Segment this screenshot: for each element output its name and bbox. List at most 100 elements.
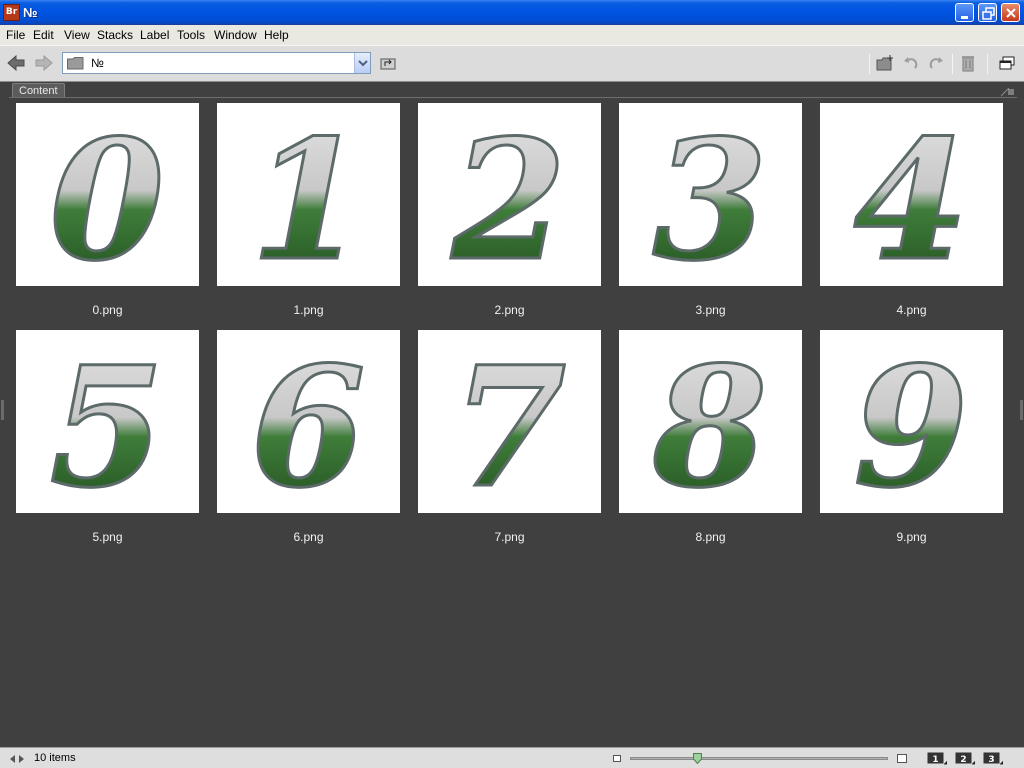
digit-glyph: 7 xyxy=(452,330,567,513)
digit-artwork: 1 xyxy=(249,103,367,286)
thumbnail-image[interactable]: 1 xyxy=(217,103,400,286)
panel-tab-divider xyxy=(9,97,1017,98)
thumbnail-item[interactable]: 1 1.png xyxy=(217,103,400,330)
menu-file[interactable]: File xyxy=(6,28,25,42)
bridge-window: Br № File Edit View Stacks Label Tools W… xyxy=(0,0,1024,768)
folder-icon xyxy=(67,57,84,70)
view-2-label: 2 xyxy=(960,755,966,765)
view-1-label: 1 xyxy=(932,755,938,765)
path-text: № xyxy=(91,56,104,70)
toolbar-separator xyxy=(869,54,870,74)
digit-glyph: 1 xyxy=(251,103,366,286)
thumbnail-filename: 2.png xyxy=(494,303,525,317)
digit-glyph: 8 xyxy=(652,330,768,513)
thumbnail-filename: 3.png xyxy=(695,303,726,317)
content-panel: Content 0 0.png 1 1.png 2 2.png 3 3.png 4 4.png 5 5… xyxy=(5,82,1019,747)
go-up-folder-icon[interactable] xyxy=(380,56,396,70)
thumbnail-item[interactable]: 3 3.png xyxy=(619,103,802,330)
digit-artwork: 6 xyxy=(249,330,367,513)
path-dropdown-button[interactable] xyxy=(354,53,370,73)
slider-thumb[interactable] xyxy=(693,753,702,764)
digit-artwork: 3 xyxy=(651,103,769,286)
digit-artwork: 0 xyxy=(48,103,166,286)
view-mode-1-button[interactable]: 1 xyxy=(927,752,948,765)
thumbnail-filename: 5.png xyxy=(92,530,123,544)
view-mode-3-button[interactable]: 3 xyxy=(983,752,1004,765)
thumbnail-image[interactable]: 8 xyxy=(619,330,802,513)
thumbnail-item[interactable]: 6 6.png xyxy=(217,330,400,557)
forward-arrow-icon[interactable] xyxy=(35,55,53,71)
digit-glyph: 9 xyxy=(854,330,969,513)
thumbnail-filename: 7.png xyxy=(494,530,525,544)
thumbnail-image[interactable]: 2 xyxy=(418,103,601,286)
menu-tools[interactable]: Tools xyxy=(177,28,205,42)
restore-button[interactable] xyxy=(978,3,997,22)
rotate-left-icon[interactable] xyxy=(903,55,919,71)
right-panel-splitter[interactable] xyxy=(1020,400,1023,420)
thumbnail-item[interactable]: 0 0.png xyxy=(16,103,199,330)
thumbnail-image[interactable]: 0 xyxy=(16,103,199,286)
digit-glyph: 2 xyxy=(451,103,567,286)
trash-icon[interactable] xyxy=(961,54,975,72)
thumbnail-image[interactable]: 4 xyxy=(820,103,1003,286)
left-panel-splitter[interactable] xyxy=(1,400,4,420)
thumbnail-item[interactable]: 7 7.png xyxy=(418,330,601,557)
rotate-right-icon[interactable] xyxy=(928,55,944,71)
digit-glyph: 6 xyxy=(251,330,366,513)
thumbnail-image[interactable]: 3 xyxy=(619,103,802,286)
items-count: 10 items xyxy=(34,752,76,764)
digit-artwork: 7 xyxy=(450,330,568,513)
menu-bar: File Edit View Stacks Label Tools Window… xyxy=(0,25,1024,45)
large-thumbnail-icon[interactable] xyxy=(897,754,907,763)
toolbar-separator xyxy=(987,54,988,74)
bridge-logo-icon: Br xyxy=(3,4,20,21)
digit-artwork: 5 xyxy=(48,330,166,513)
thumbnail-filename: 0.png xyxy=(92,303,123,317)
collapse-panes-icon[interactable] xyxy=(9,754,25,764)
digit-glyph: 0 xyxy=(50,103,165,286)
back-arrow-icon[interactable] xyxy=(7,55,25,71)
digit-glyph: 3 xyxy=(653,103,768,286)
path-bar[interactable]: № xyxy=(62,52,371,74)
thumbnail-image[interactable]: 5 xyxy=(16,330,199,513)
thumbnail-image[interactable]: 6 xyxy=(217,330,400,513)
thumbnail-filename: 8.png xyxy=(695,530,726,544)
thumbnail-item[interactable]: 5 5.png xyxy=(16,330,199,557)
window-title: № xyxy=(23,5,38,20)
chevron-down-icon xyxy=(358,60,368,67)
menu-label[interactable]: Label xyxy=(140,28,169,42)
compact-mode-icon[interactable] xyxy=(999,56,1015,70)
new-folder-icon[interactable] xyxy=(876,55,894,71)
menu-edit[interactable]: Edit xyxy=(33,28,54,42)
minimize-button[interactable] xyxy=(955,3,974,22)
digit-artwork: 4 xyxy=(852,103,970,286)
thumbnail-item[interactable]: 9 9.png xyxy=(820,330,1003,557)
menu-stacks[interactable]: Stacks xyxy=(97,28,133,42)
thumbnail-image[interactable]: 7 xyxy=(418,330,601,513)
minimize-icon xyxy=(961,16,968,19)
thumbnail-item[interactable]: 8 8.png xyxy=(619,330,802,557)
thumbnail-item[interactable]: 2 2.png xyxy=(418,103,601,330)
panel-menu-icon[interactable] xyxy=(1001,87,1015,97)
title-bar[interactable]: Br № xyxy=(0,0,1024,25)
digit-artwork: 9 xyxy=(852,330,970,513)
view-mode-2-button[interactable]: 2 xyxy=(955,752,976,765)
view-3-icon: 3 xyxy=(983,752,1004,765)
thumbnail-size-slider[interactable] xyxy=(630,757,888,760)
toolbar: № xyxy=(0,45,1024,82)
thumbnail-item[interactable]: 4 4.png xyxy=(820,103,1003,330)
small-thumbnail-icon[interactable] xyxy=(613,755,621,762)
thumbnail-filename: 1.png xyxy=(293,303,324,317)
close-button[interactable] xyxy=(1001,3,1020,22)
thumbnail-filename: 4.png xyxy=(896,303,927,317)
thumbnail-image[interactable]: 9 xyxy=(820,330,1003,513)
menu-view[interactable]: View xyxy=(64,28,90,42)
thumbnail-filename: 6.png xyxy=(293,530,324,544)
menu-window[interactable]: Window xyxy=(214,28,257,42)
digit-glyph: 5 xyxy=(50,330,165,513)
thumbnail-filename: 9.png xyxy=(896,530,927,544)
menu-help[interactable]: Help xyxy=(264,28,289,42)
view-3-label: 3 xyxy=(988,755,994,765)
tab-content[interactable]: Content xyxy=(12,83,65,98)
status-bar: 10 items 1 2 3 xyxy=(0,747,1024,768)
